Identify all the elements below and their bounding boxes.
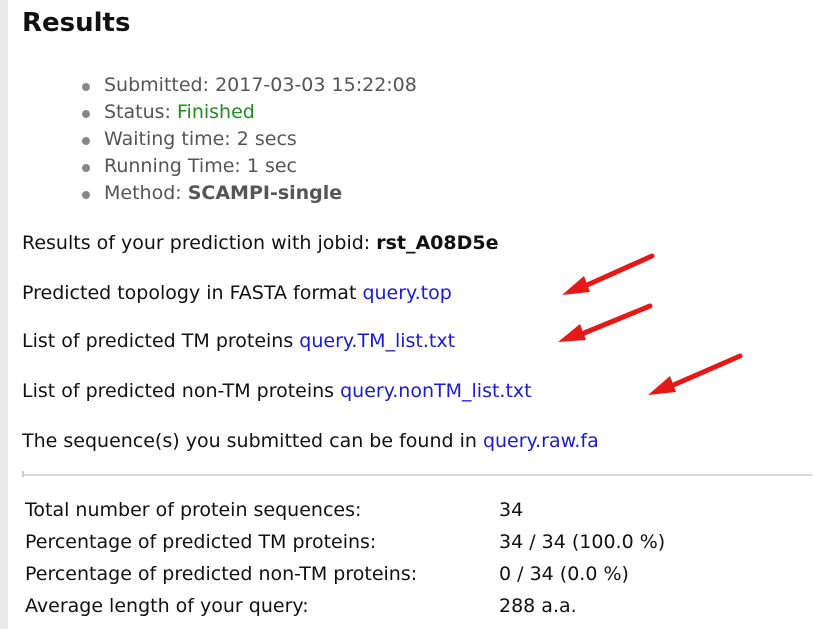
table-row: Percentage of predicted TM proteins: 34 …: [25, 526, 669, 558]
method-label: Method:: [104, 182, 182, 204]
raw-sequence-line: The sequence(s) you submitted can be fou…: [22, 430, 599, 452]
stat-value: 0 / 34 (0.0 %): [499, 563, 629, 585]
submitted-value: 2017-03-03 15:22:08: [215, 74, 417, 96]
list-item-running: Running Time: 1 sec: [82, 153, 417, 180]
nontm-list-text: List of predicted non-TM proteins: [22, 380, 341, 402]
table-row: Total number of protein sequences: 34: [25, 494, 669, 526]
running-value: 1 sec: [246, 155, 298, 177]
stat-label: Average length of your query:: [25, 595, 309, 617]
topology-line: Predicted topology in FASTA format query…: [22, 282, 452, 304]
submitted-label: Submitted:: [104, 74, 210, 96]
tm-list-text: List of predicted TM proteins: [22, 330, 300, 352]
divider: [22, 471, 812, 477]
left-border: [0, 0, 8, 629]
tm-list-file-link[interactable]: query.TM_list.txt: [299, 330, 455, 352]
raw-sequence-file-link[interactable]: query.raw.fa: [483, 430, 599, 452]
waiting-value: 2 secs: [236, 128, 297, 150]
running-label: Running Time:: [104, 155, 241, 177]
jobid-value: rst_A08D5e: [376, 232, 499, 254]
nontm-list-file-link[interactable]: query.nonTM_list.txt: [340, 380, 531, 402]
list-item-waiting: Waiting time: 2 secs: [82, 126, 417, 153]
status-value: Finished: [177, 101, 255, 123]
tm-list-line: List of predicted TM proteins query.TM_l…: [22, 330, 455, 352]
table-row: Percentage of predicted non-TM proteins:…: [25, 558, 669, 590]
stats-table: Total number of protein sequences: 34 Pe…: [25, 494, 669, 622]
list-item-submitted: Submitted: 2017-03-03 15:22:08: [82, 72, 417, 99]
stat-label: Percentage of predicted non-TM proteins:: [25, 563, 418, 585]
topology-file-link[interactable]: query.top: [362, 282, 451, 304]
arrow-icon: [562, 253, 655, 295]
jobid-text: Results of your prediction with jobid:: [22, 232, 377, 254]
method-value: SCAMPI-single: [187, 182, 343, 204]
stat-value: 34: [499, 499, 524, 521]
stat-value: 34 / 34 (100.0 %): [499, 531, 666, 553]
table-row: Average length of your query: 288 a.a.: [25, 590, 669, 622]
jobid-line: Results of your prediction with jobid: r…: [22, 232, 499, 254]
nontm-list-line: List of predicted non-TM proteins query.…: [22, 380, 532, 402]
stat-label: Total number of protein sequences:: [25, 499, 362, 521]
stat-value: 288 a.a.: [499, 595, 577, 617]
waiting-label: Waiting time:: [104, 128, 231, 150]
arrow-icon: [558, 303, 653, 342]
page-title: Results: [22, 8, 131, 38]
status-label: Status:: [104, 101, 171, 123]
list-item-method: Method: SCAMPI-single: [82, 180, 417, 207]
stat-label: Percentage of predicted TM proteins:: [25, 531, 377, 553]
job-meta-list: Submitted: 2017-03-03 15:22:08 Status: F…: [82, 72, 417, 207]
topology-text: Predicted topology in FASTA format: [22, 282, 363, 304]
arrow-icon: [648, 353, 743, 395]
raw-sequence-text: The sequence(s) you submitted can be fou…: [22, 430, 483, 452]
list-item-status: Status: Finished: [82, 99, 417, 126]
